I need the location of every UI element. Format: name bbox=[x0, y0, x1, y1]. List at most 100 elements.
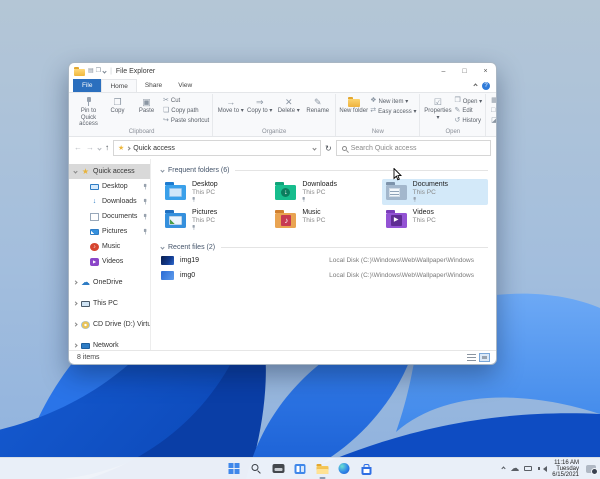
taskbar-search-icon[interactable] bbox=[249, 459, 264, 479]
cddrive-icon bbox=[81, 320, 90, 329]
sidebar-item-onedrive[interactable]: ☁ OneDrive bbox=[69, 275, 150, 290]
folder-tile-pictures[interactable]: Pictures This PC bbox=[161, 207, 267, 233]
qat-new-folder-icon[interactable]: ❒ bbox=[96, 67, 101, 75]
search-input[interactable]: Search Quick access bbox=[335, 140, 491, 156]
section-title: Recent files (2) bbox=[168, 243, 216, 251]
tree-expander-right-icon[interactable] bbox=[73, 301, 78, 306]
tree-expander-down-icon[interactable] bbox=[73, 169, 78, 174]
section-collapse-icon[interactable] bbox=[160, 167, 165, 173]
pin-to-quick-access-button[interactable]: Pin to Quick access bbox=[74, 94, 103, 128]
taskbar-widgets-icon[interactable] bbox=[293, 459, 308, 479]
address-bar[interactable]: ★ Quick access bbox=[113, 140, 321, 156]
new-item-button[interactable]: ❖ New item ▾ bbox=[370, 97, 416, 105]
forward-icon[interactable]: → bbox=[86, 143, 94, 153]
folder-tile-desktop[interactable]: Desktop This PC bbox=[161, 179, 267, 205]
paste-button[interactable]: ▣ Paste bbox=[132, 94, 161, 115]
network-tray-icon[interactable] bbox=[524, 466, 533, 471]
notification-center-icon[interactable] bbox=[586, 464, 598, 475]
recent-files-list: img19 Local Disk (C:)\Windows\Web\Wallpap… bbox=[161, 253, 488, 283]
paste-shortcut-button[interactable]: ↪ Paste shortcut bbox=[163, 117, 209, 125]
edit-button[interactable]: ✎ Edit bbox=[454, 107, 482, 115]
large-icons-view-icon[interactable] bbox=[479, 353, 490, 362]
copy-button[interactable]: ❐ Copy bbox=[103, 94, 132, 115]
breadcrumb[interactable]: Quick access bbox=[133, 145, 175, 152]
tab-share[interactable]: Share bbox=[137, 79, 170, 92]
sidebar-item-this-pc[interactable]: This PC bbox=[69, 296, 150, 311]
sidebar-item-desktop[interactable]: Desktop bbox=[69, 179, 150, 194]
folder-tile-music[interactable]: ♪ Music This PC bbox=[271, 207, 377, 233]
taskbar-clock[interactable]: 11:16 AM Tuesday 6/15/2021 bbox=[552, 460, 579, 478]
taskbar-file-explorer-icon[interactable] bbox=[315, 459, 330, 479]
sidebar-item-cd-drive-d-virtual[interactable]: CD Drive (D:) Virtual bbox=[69, 317, 150, 332]
taskbar-start-icon[interactable] bbox=[227, 459, 242, 479]
invert-selection-button[interactable]: ◪Invert selection bbox=[491, 117, 496, 125]
documents-folder-icon bbox=[385, 182, 407, 200]
select-none-button[interactable]: □Select none bbox=[491, 107, 496, 115]
paste-icon: ▣ bbox=[142, 95, 151, 108]
section-recent-files[interactable]: Recent files (2) bbox=[160, 241, 488, 253]
onedrive-tray-icon[interactable]: ☁ bbox=[510, 463, 519, 474]
qat-customize-icon[interactable] bbox=[102, 68, 107, 74]
tab-home[interactable]: Home bbox=[101, 79, 137, 92]
pinned-icon bbox=[143, 213, 147, 219]
section-collapse-icon[interactable] bbox=[160, 244, 165, 250]
titlebar[interactable]: ▤ ❒ | File Explorer – □ × bbox=[69, 63, 496, 79]
copy-to-icon: ⇒ bbox=[256, 95, 264, 108]
pinned-icon bbox=[302, 197, 306, 202]
properties-button[interactable]: ☑ Properties ▾ bbox=[423, 94, 452, 121]
recent-locations-icon[interactable] bbox=[97, 145, 102, 151]
sidebar-item-network[interactable]: Network bbox=[69, 338, 150, 350]
folder-tile-documents[interactable]: Documents This PC bbox=[381, 179, 488, 205]
tab-view[interactable]: View bbox=[170, 79, 200, 92]
taskbar-edge-icon[interactable] bbox=[337, 459, 352, 479]
breadcrumb-chevron-icon[interactable] bbox=[126, 145, 131, 151]
sidebar-item-pictures[interactable]: Pictures bbox=[69, 224, 150, 239]
back-icon[interactable]: ← bbox=[74, 143, 82, 153]
copy-to-button[interactable]: ⇒ Copy to ▾ bbox=[245, 94, 274, 115]
recent-file-img19[interactable]: img19 Local Disk (C:)\Windows\Web\Wallpap… bbox=[161, 253, 488, 268]
move-to-icon: → bbox=[226, 96, 236, 107]
open-button[interactable]: ❒ Open ▾ bbox=[454, 97, 482, 105]
tree-expander-right-icon[interactable] bbox=[73, 322, 78, 327]
up-icon[interactable]: ↑ bbox=[105, 143, 109, 153]
rename-button[interactable]: ✎ Rename bbox=[303, 94, 332, 115]
tree-expander-right-icon[interactable] bbox=[73, 280, 78, 285]
new-folder-button[interactable]: New folder bbox=[339, 94, 368, 115]
address-dropdown-icon[interactable] bbox=[312, 145, 317, 151]
sidebar-item-downloads[interactable]: ↓ Downloads bbox=[69, 194, 150, 209]
folder-tile-downloads[interactable]: ↓ Downloads This PC bbox=[271, 179, 377, 205]
tab-file[interactable]: File bbox=[73, 79, 102, 92]
taskbar-store-icon[interactable] bbox=[359, 459, 374, 479]
file-name: img19 bbox=[180, 257, 200, 264]
move-to-button[interactable]: → Move to ▾ bbox=[216, 94, 245, 115]
sidebar-item-quick-access[interactable]: ★ Quick access bbox=[69, 164, 150, 179]
help-icon[interactable]: ? bbox=[482, 81, 490, 90]
copy-path-button[interactable]: ❏ Copy path bbox=[163, 107, 209, 115]
qat-properties-icon[interactable]: ▤ bbox=[88, 67, 94, 75]
music-folder-icon: ♪ bbox=[275, 210, 297, 228]
easy-access-button[interactable]: ⇄ Easy access ▾ bbox=[370, 107, 416, 115]
section-rule bbox=[221, 246, 488, 248]
sidebar-item-documents[interactable]: Documents bbox=[69, 209, 150, 224]
sidebar-item-music[interactable]: ♪ Music bbox=[69, 239, 150, 254]
recent-file-img0[interactable]: img0 Local Disk (C:)\Windows\Web\Wallpape… bbox=[161, 268, 488, 283]
tree-expander-right-icon[interactable] bbox=[73, 343, 78, 348]
details-view-icon[interactable] bbox=[467, 354, 476, 361]
minimize-button[interactable]: – bbox=[433, 63, 454, 79]
select-all-button[interactable]: ▦Select all bbox=[491, 97, 496, 105]
tray-overflow-chevron-icon[interactable] bbox=[501, 466, 506, 471]
sidebar-item-videos[interactable]: ▶ Videos bbox=[69, 254, 150, 269]
close-button[interactable]: × bbox=[475, 63, 496, 79]
delete-button[interactable]: ✕ Delete ▾ bbox=[274, 94, 303, 115]
maximize-button[interactable]: □ bbox=[454, 63, 475, 79]
collapse-ribbon-icon[interactable] bbox=[473, 83, 478, 88]
cut-button[interactable]: ✂ Cut bbox=[163, 97, 209, 105]
folder-tile-videos[interactable]: ▶ Videos This PC bbox=[382, 207, 488, 233]
taskbar-task-view-icon[interactable] bbox=[271, 459, 286, 479]
folder-location: This PC bbox=[192, 217, 216, 224]
refresh-icon[interactable]: ↻ bbox=[325, 144, 332, 153]
history-button[interactable]: ↺ History bbox=[454, 117, 482, 125]
section-frequent-folders[interactable]: Frequent folders (6) bbox=[160, 164, 488, 176]
volume-tray-icon[interactable] bbox=[537, 465, 548, 472]
folder-location: This PC bbox=[412, 189, 436, 196]
